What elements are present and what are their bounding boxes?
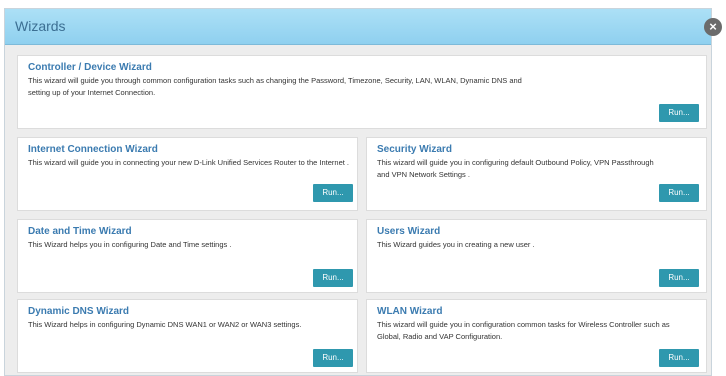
wizard-title: Internet Connection Wizard bbox=[28, 144, 158, 155]
wizard-card-dynamic-dns: Dynamic DNS Wizard This Wizard helps in … bbox=[17, 299, 358, 373]
wizard-title: WLAN Wizard bbox=[377, 306, 443, 317]
wizard-description: This wizard will guide you through commo… bbox=[28, 76, 522, 97]
run-security-wizard-button[interactable]: Run... bbox=[659, 184, 699, 202]
wizards-dialog: Wizards Controller / Device Wizard This … bbox=[4, 8, 712, 376]
wizard-title: Users Wizard bbox=[377, 226, 441, 237]
run-dynamic-dns-wizard-button[interactable]: Run... bbox=[313, 349, 353, 367]
wizard-card-controller-device: Controller / Device Wizard This wizard w… bbox=[17, 55, 707, 129]
dialog-title: Wizards bbox=[15, 18, 66, 34]
wizard-description: This Wizard helps you in configuring Dat… bbox=[28, 240, 232, 249]
wizard-description: This Wizard guides you in creating a new… bbox=[377, 240, 535, 249]
wizard-card-users: Users Wizard This Wizard guides you in c… bbox=[366, 219, 707, 293]
run-internet-connection-wizard-button[interactable]: Run... bbox=[313, 184, 353, 202]
wizard-title: Date and Time Wizard bbox=[28, 226, 132, 237]
run-wlan-wizard-button[interactable]: Run... bbox=[659, 349, 699, 367]
wizard-card-security: Security Wizard This wizard will guide y… bbox=[366, 137, 707, 211]
wizard-card-internet-connection: Internet Connection Wizard This wizard w… bbox=[17, 137, 358, 211]
wizard-title: Dynamic DNS Wizard bbox=[28, 306, 130, 317]
run-date-time-wizard-button[interactable]: Run... bbox=[313, 269, 353, 287]
wizard-description: This wizard will guide you in connecting… bbox=[28, 158, 349, 167]
wizard-card-wlan: WLAN Wizard This wizard will guide you i… bbox=[366, 299, 707, 373]
wizard-title: Security Wizard bbox=[377, 144, 452, 155]
wizard-card-date-time: Date and Time Wizard This Wizard helps y… bbox=[17, 219, 358, 293]
close-icon[interactable]: × bbox=[704, 18, 722, 36]
wizard-description: This Wizard helps in configuring Dynamic… bbox=[28, 320, 302, 329]
wizard-title: Controller / Device Wizard bbox=[28, 62, 152, 73]
wizard-description: This wizard will guide you in configurin… bbox=[377, 158, 654, 179]
wizard-description: This wizard will guide you in configurat… bbox=[377, 320, 670, 341]
run-controller-device-wizard-button[interactable]: Run... bbox=[659, 104, 699, 122]
dialog-titlebar: Wizards bbox=[5, 9, 711, 45]
run-users-wizard-button[interactable]: Run... bbox=[659, 269, 699, 287]
